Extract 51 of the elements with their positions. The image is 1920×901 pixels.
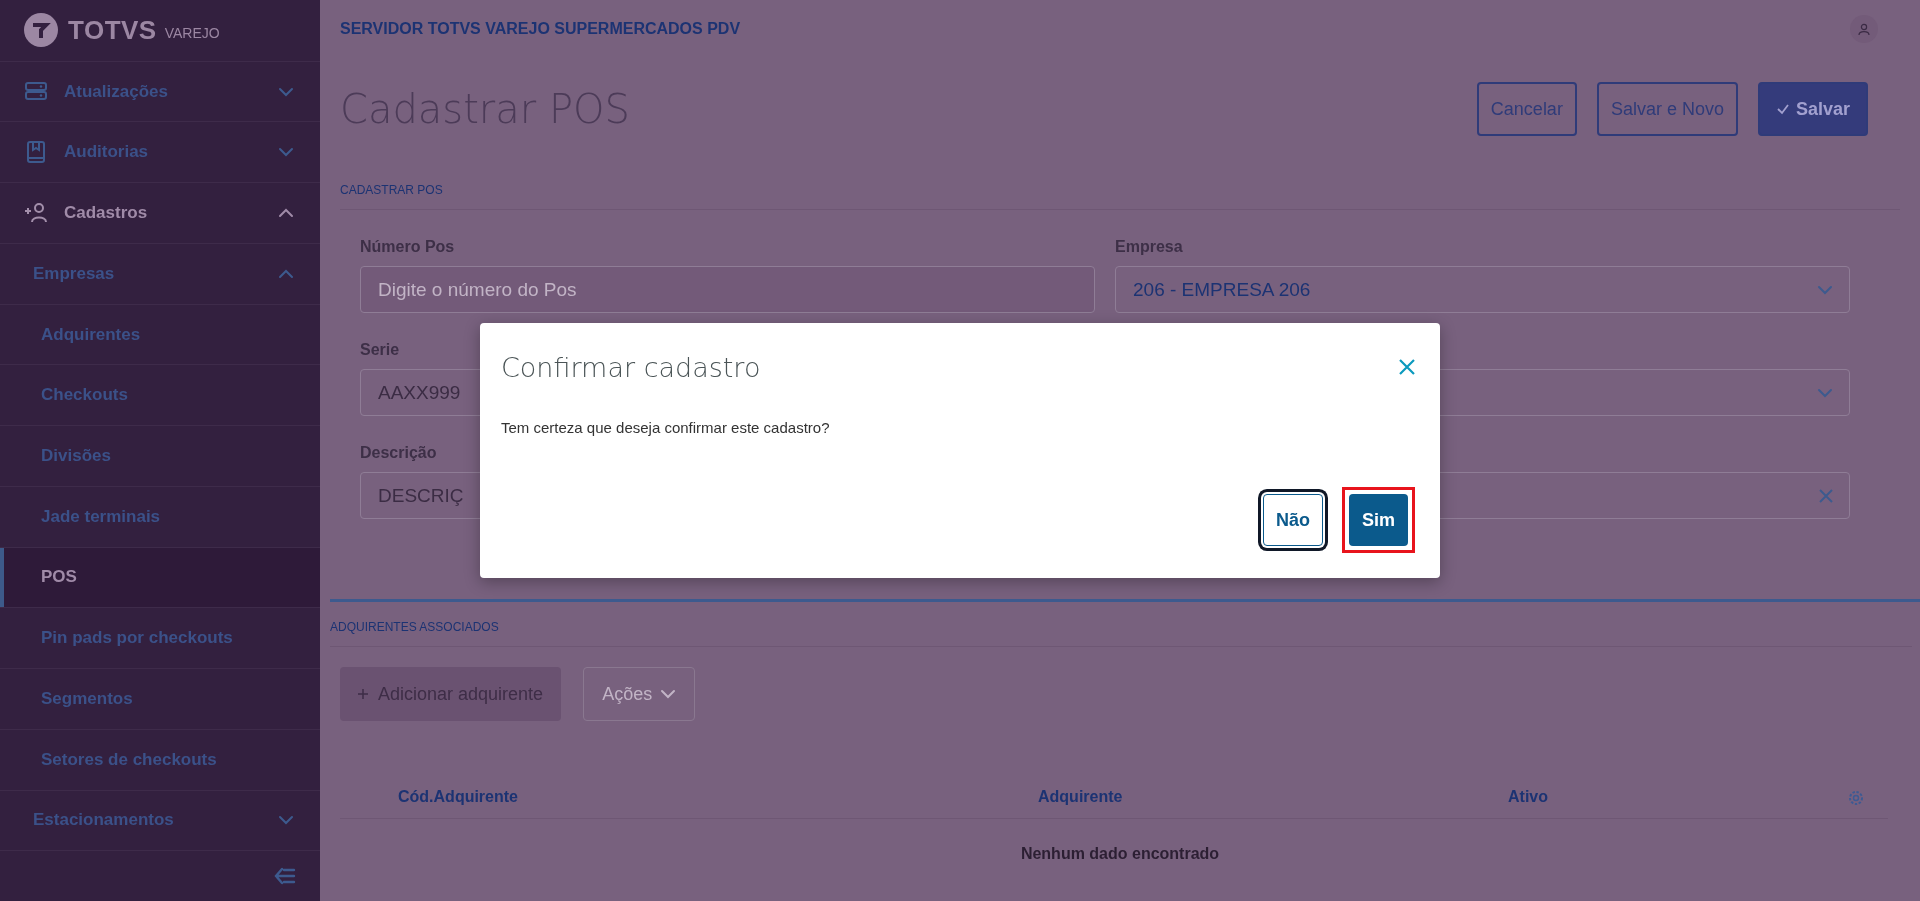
column-header: Cód.Adquirente <box>398 788 519 806</box>
brand-name: TOTVS <box>68 14 157 46</box>
chevron-down-icon <box>1817 387 1833 398</box>
column-header: Ativo <box>1508 788 1549 806</box>
menu-item[interactable]: Pin pads por checkouts <box>0 608 320 670</box>
chevron-up-icon <box>278 268 294 279</box>
user-icon[interactable] <box>1858 22 1870 35</box>
section-title: ADQUIRENTES ASSOCIADOS <box>330 602 1912 647</box>
action-button[interactable]: Cancelar <box>1476 82 1577 136</box>
menu-item[interactable]: Auditorias <box>0 122 320 184</box>
menu-item[interactable]: Setores de checkouts <box>0 729 320 791</box>
clear-icon[interactable] <box>1819 488 1833 503</box>
dialog-title: Confirmar cadastro <box>501 351 761 383</box>
empty-message: Nenhum dado encontrado <box>1019 844 1221 863</box>
collapse-menu-icon[interactable] <box>274 867 296 886</box>
plus-icon <box>358 689 368 699</box>
confirm-button[interactable]: Sim <box>1349 494 1408 546</box>
chevron-down-icon <box>278 86 294 97</box>
menu-item[interactable]: POS <box>0 547 320 609</box>
column-header: Adquirente <box>1038 788 1124 806</box>
chevron-down-icon <box>1817 284 1833 295</box>
save-button[interactable]: Salvar <box>1757 82 1868 136</box>
product-name: VAREJO <box>164 25 220 42</box>
section-title: CADASTRAR POS <box>340 161 1900 210</box>
menu-item[interactable]: Empresas <box>0 243 320 305</box>
menu-item[interactable]: Divisões <box>0 426 320 487</box>
field-label: Empresa <box>1115 238 1183 255</box>
menu-item[interactable]: Atualizações <box>0 61 320 123</box>
logo-icon <box>22 11 60 50</box>
field-label: Serie <box>360 341 400 358</box>
chevron-up-icon <box>278 208 294 219</box>
server-name: SERVIDOR TOTVS VAREJO SUPERMERCADOS PDV <box>340 19 741 38</box>
book-icon <box>24 140 48 165</box>
menu-item[interactable]: Jade terminais <box>0 486 320 548</box>
close-icon[interactable] <box>1399 359 1415 375</box>
chevron-down-icon <box>278 815 294 826</box>
menu-item[interactable]: Cadastros <box>0 183 320 244</box>
chevron-down-icon <box>278 147 294 158</box>
field-label: Número Pos <box>360 238 455 255</box>
check-icon <box>1775 103 1790 115</box>
input-field[interactable]: Digite o número do Pos <box>360 266 1095 313</box>
menu-item[interactable]: Segmentos <box>0 669 320 730</box>
menu-item[interactable]: Adquirentes <box>0 304 320 366</box>
menu-item[interactable]: Checkouts <box>0 365 320 427</box>
dialog-message: Tem certeza que deseja confirmar este cadastro? <box>501 418 831 436</box>
field-label: Descrição <box>360 444 437 461</box>
chevron-down-icon <box>660 689 677 699</box>
menu-item[interactable]: Estacionamentos <box>0 790 320 852</box>
settings-icon[interactable] <box>1848 790 1864 806</box>
select-field[interactable]: 206 - EMPRESA 206 <box>1115 266 1850 313</box>
action-button[interactable]: Salvar e Novo <box>1596 82 1738 136</box>
